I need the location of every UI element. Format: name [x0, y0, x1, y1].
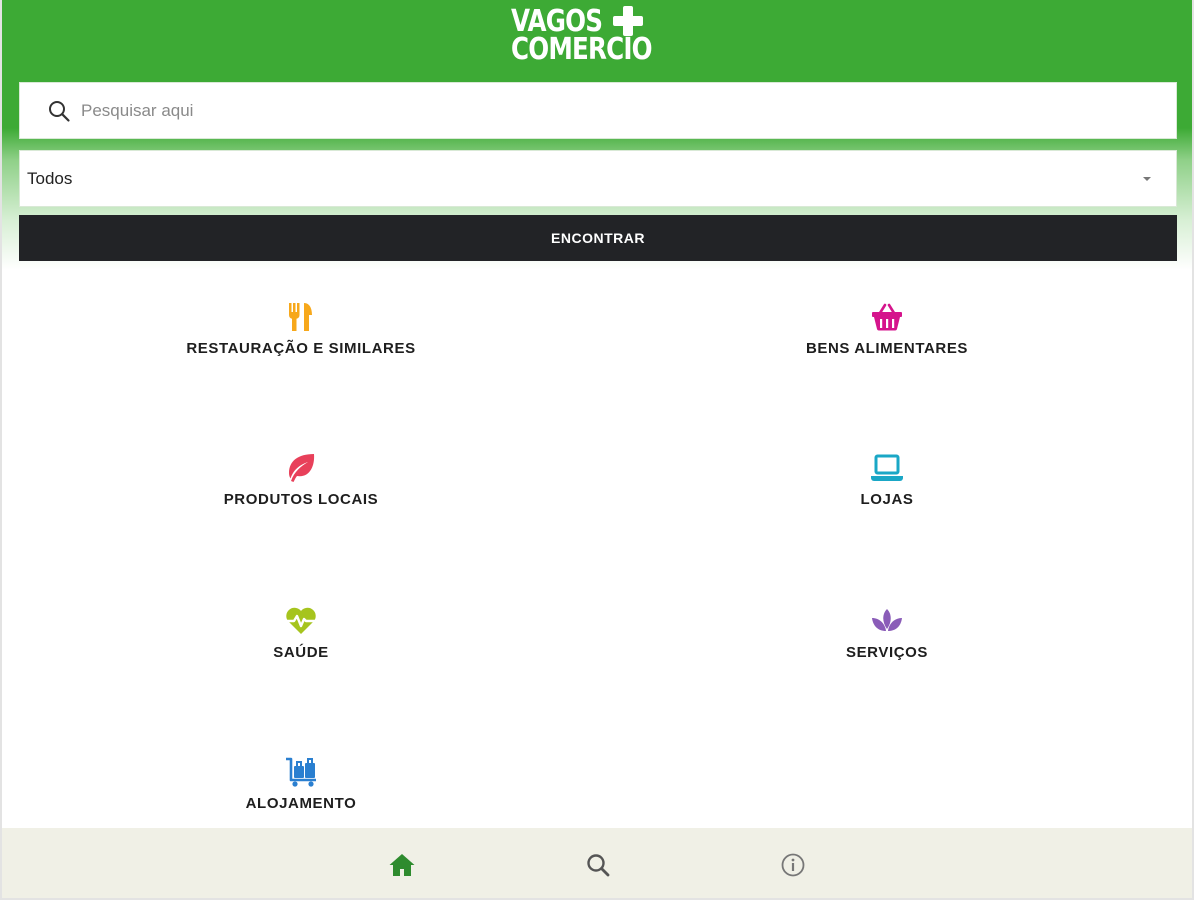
home-icon: [389, 854, 415, 876]
basket-icon: [872, 303, 902, 331]
category-bens-alimentares[interactable]: BENS ALIMENTARES: [687, 300, 1087, 357]
fork-knife-icon: [289, 303, 312, 331]
category-label: SERVIÇOS: [845, 644, 929, 661]
logo-line-2: COMERCIO: [511, 32, 653, 67]
app-logo[interactable]: VAGOS COMERCIO: [0, 6, 1194, 70]
category-select-value: Todos: [27, 168, 73, 188]
category-select[interactable]: Todos: [19, 150, 1177, 207]
info-icon: [781, 853, 805, 877]
search-icon: [49, 100, 70, 122]
find-button[interactable]: ENCONTRAR: [19, 215, 1177, 261]
nav-search-button[interactable]: [581, 848, 615, 882]
category-saude[interactable]: SAÚDE: [101, 604, 501, 661]
category-servicos[interactable]: SERVIÇOS: [687, 604, 1087, 661]
category-label: RESTAURAÇÃO E SIMILARES: [186, 340, 416, 357]
lotus-icon: [872, 609, 902, 631]
search-input[interactable]: [81, 100, 1176, 121]
category-produtos-locais[interactable]: PRODUTOS LOCAIS: [101, 451, 501, 508]
luggage-cart-icon: [286, 757, 316, 787]
category-restauracao[interactable]: RESTAURAÇÃO E SIMILARES: [101, 300, 501, 357]
bottom-navigation: [2, 828, 1192, 900]
category-label: BENS ALIMENTARES: [805, 340, 969, 357]
category-label: PRODUTOS LOCAIS: [223, 491, 379, 508]
search-box[interactable]: [19, 82, 1177, 139]
nav-info-button[interactable]: [776, 848, 810, 882]
category-alojamento[interactable]: ALOJAMENTO: [101, 755, 501, 812]
search-icon: [587, 854, 610, 877]
laptop-icon: [871, 454, 903, 481]
category-label: SAÚDE: [273, 644, 329, 661]
category-label: LOJAS: [860, 491, 914, 508]
chevron-down-icon: [1143, 176, 1151, 181]
category-label: ALOJAMENTO: [245, 795, 357, 812]
heartbeat-icon: [286, 607, 316, 634]
header-banner: VAGOS COMERCIO Todos ENCONTRAR: [0, 0, 1194, 270]
nav-home-button[interactable]: [385, 848, 419, 882]
leaf-icon: [289, 454, 315, 482]
category-lojas[interactable]: LOJAS: [687, 451, 1087, 508]
